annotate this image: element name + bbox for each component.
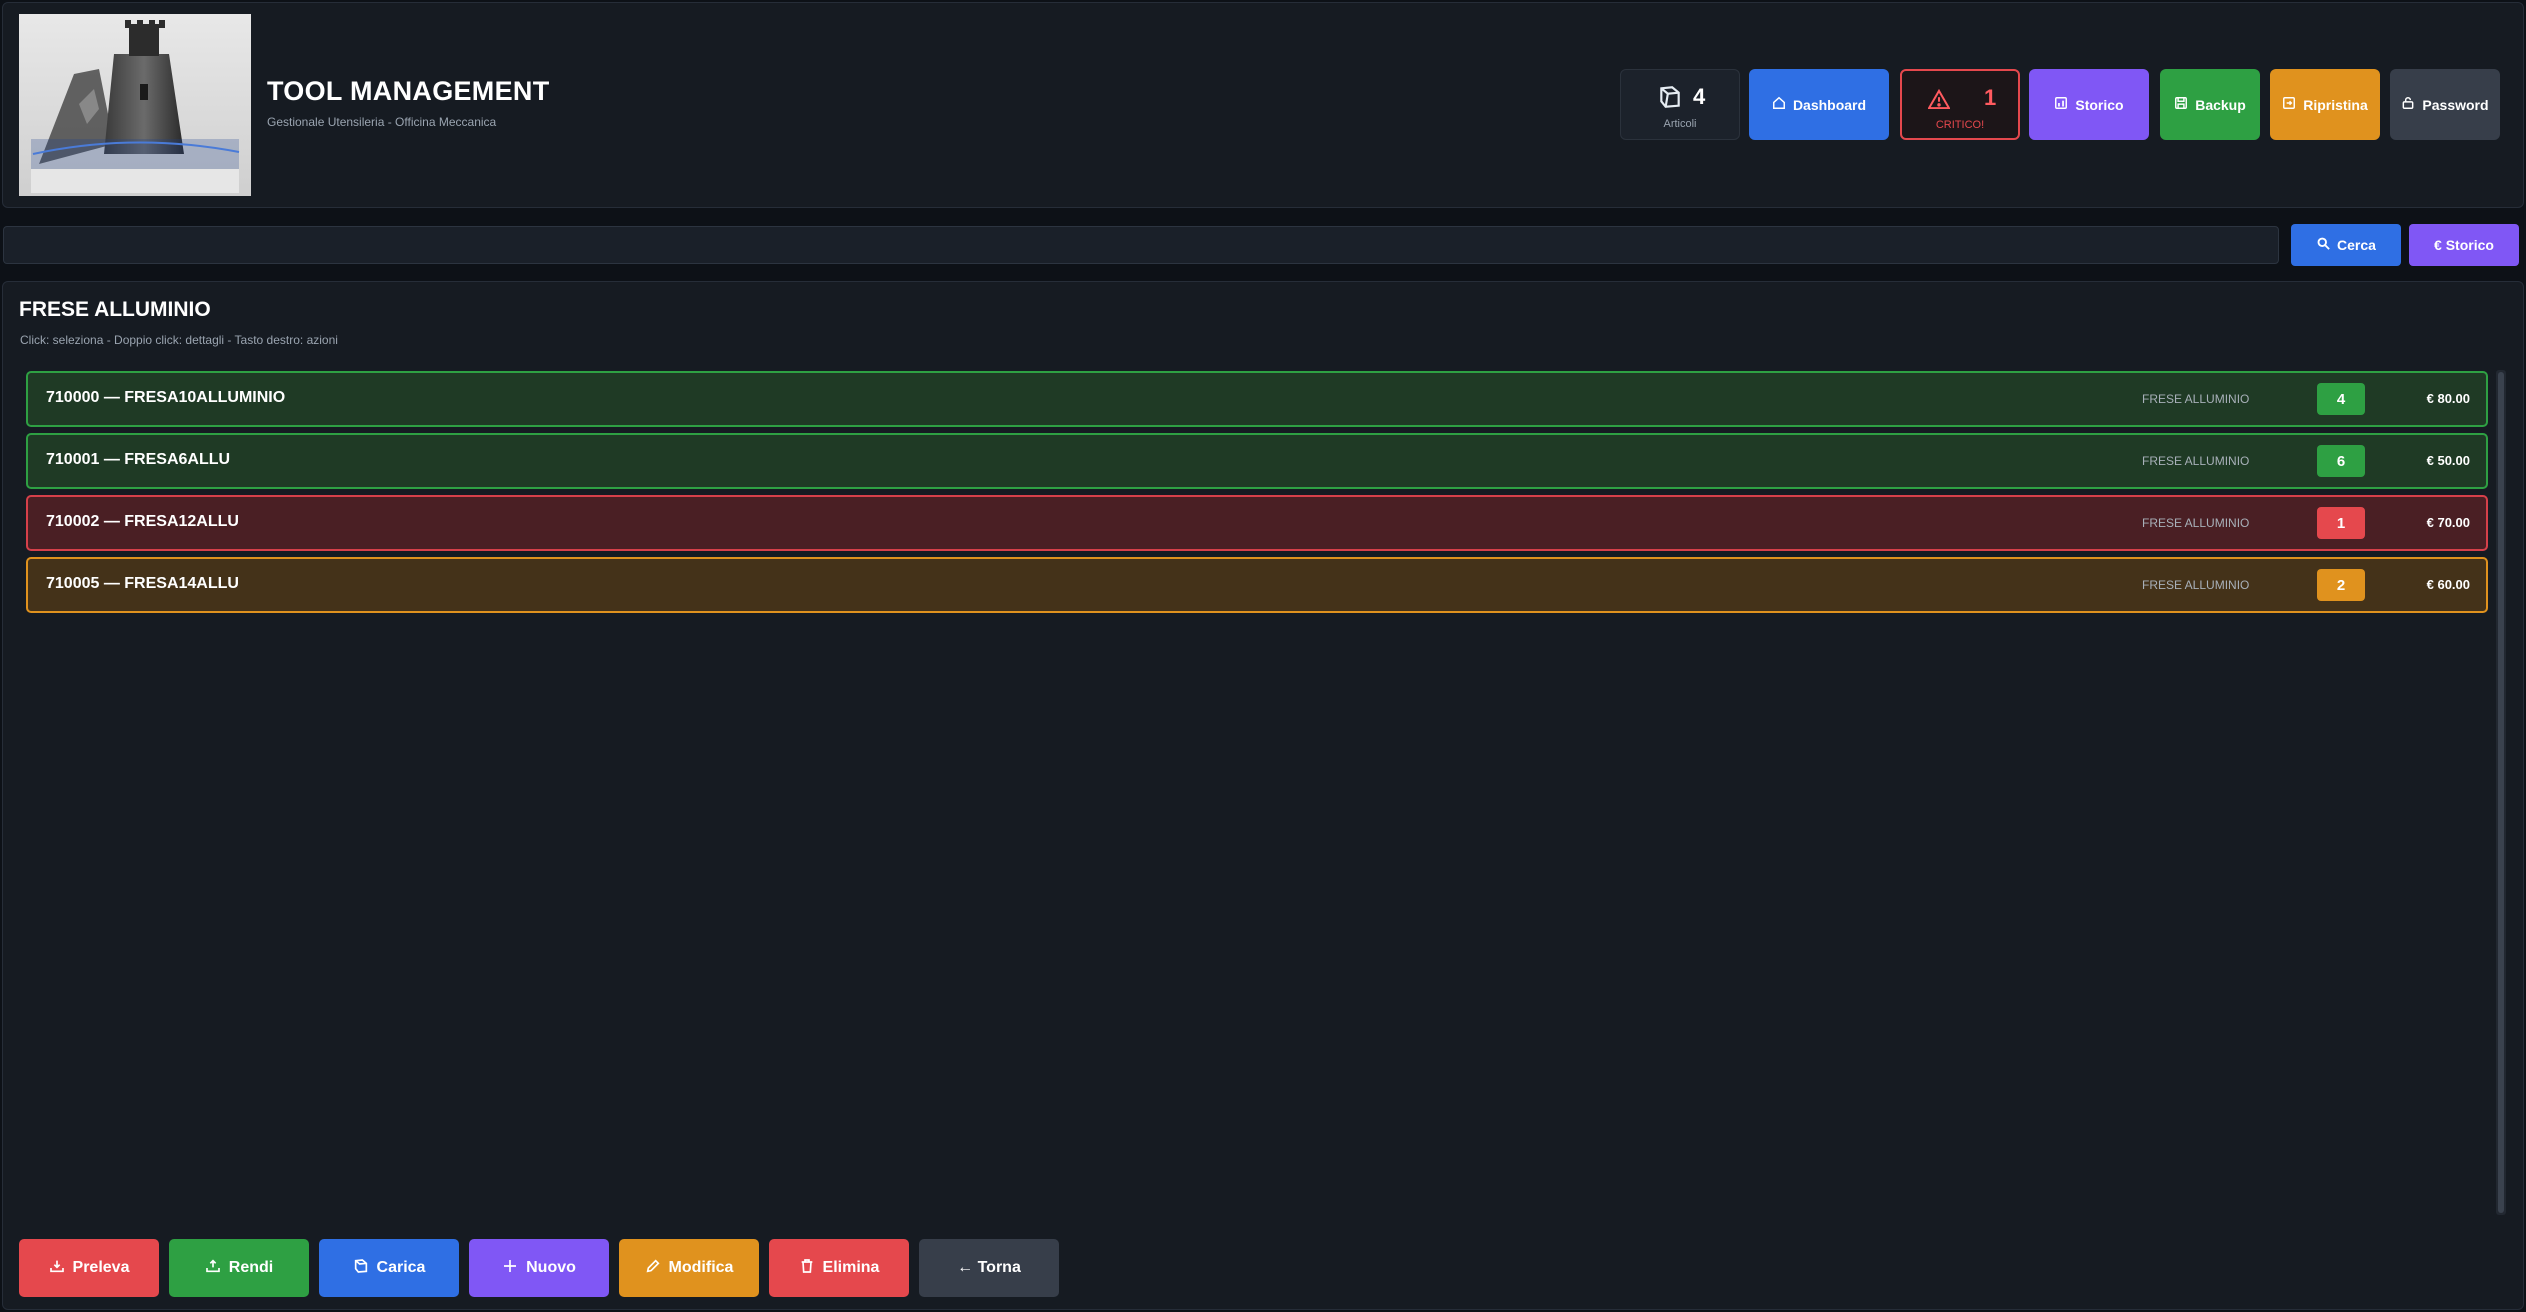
item-category: FRESE ALLUMINIO <box>2142 454 2250 468</box>
price-history-button-label: € Storico <box>2434 237 2494 253</box>
trash-icon <box>799 1258 815 1279</box>
item-code-name: 710000 — FRESA10ALLUMINIO <box>46 389 286 406</box>
quantity-badge: 6 <box>2317 445 2365 477</box>
nuovo-button-label: Nuovo <box>526 1259 576 1276</box>
search-button-label: Cerca <box>2337 237 2376 253</box>
table-row[interactable]: 710001 — FRESA6ALLU FRESE ALLUMINIO 6 € … <box>26 433 2488 489</box>
modifica-button-label: Modifica <box>668 1259 734 1276</box>
backup-button-label: Backup <box>2195 96 2246 113</box>
item-price: € 80.00 <box>2426 391 2470 406</box>
table-row[interactable]: 710002 — FRESA12ALLU FRESE ALLUMINIO 1 €… <box>26 495 2488 551</box>
item-category: FRESE ALLUMINIO <box>2142 578 2250 592</box>
critical-count-badge[interactable]: 1 CRITICO! <box>1900 69 2020 140</box>
carica-button[interactable]: Carica <box>319 1239 459 1297</box>
elimina-button[interactable]: Elimina <box>769 1239 909 1297</box>
password-button[interactable]: Password <box>2390 69 2500 140</box>
dashboard-button[interactable]: Dashboard <box>1749 69 1889 140</box>
item-price: € 70.00 <box>2426 515 2470 530</box>
take-icon <box>49 1258 65 1279</box>
backup-button[interactable]: Backup <box>2160 69 2260 140</box>
app-window: TOOL MANAGEMENT Gestionale Utensileria -… <box>0 0 2526 1312</box>
password-button-label: Password <box>2422 96 2489 113</box>
ripristina-button[interactable]: Ripristina <box>2270 69 2380 140</box>
app-title: TOOL MANAGEMENT <box>267 76 550 106</box>
restore-icon <box>2282 96 2296 113</box>
chart-icon <box>2054 96 2068 113</box>
storico-button[interactable]: Storico <box>2029 69 2149 140</box>
box-icon <box>353 1258 369 1279</box>
search-icon <box>2316 236 2331 254</box>
warning-icon <box>1927 88 1951 114</box>
ripristina-button-label: Ripristina <box>2303 96 2368 113</box>
item-count-badge: 4 Articoli <box>1620 69 1740 140</box>
back-button-label: ← Torna <box>957 1259 1021 1276</box>
preleva-button-label: Preleva <box>72 1259 130 1276</box>
usage-hint: Click: seleziona - Doppio click: dettagl… <box>20 333 338 347</box>
item-category: FRESE ALLUMINIO <box>2142 516 2250 530</box>
lock-icon <box>2401 96 2415 113</box>
item-price: € 50.00 <box>2426 453 2470 468</box>
category-title: FRESE ALLUMINIO <box>19 298 211 321</box>
item-count-label: Articoli <box>1663 118 1697 130</box>
back-button[interactable]: ← Torna <box>919 1239 1059 1297</box>
price-history-button[interactable]: € Storico <box>2409 224 2519 266</box>
pencil-icon <box>645 1258 661 1279</box>
plus-icon <box>502 1258 518 1279</box>
company-logo <box>19 14 251 196</box>
rendi-button[interactable]: Rendi <box>169 1239 309 1297</box>
critical-label: CRITICO! <box>1935 119 1985 131</box>
modifica-button[interactable]: Modifica <box>619 1239 759 1297</box>
storico-button-label: Storico <box>2075 96 2124 113</box>
nuovo-button[interactable]: Nuovo <box>469 1239 609 1297</box>
app-subtitle: Gestionale Utensileria - Officina Meccan… <box>267 115 497 129</box>
preleva-button[interactable]: Preleva <box>19 1239 159 1297</box>
save-icon <box>2174 96 2188 113</box>
list-scrollbar[interactable] <box>2496 370 2506 1215</box>
rendi-button-label: Rendi <box>228 1259 274 1276</box>
item-price: € 60.00 <box>2426 577 2470 592</box>
quantity-badge: 1 <box>2317 507 2365 539</box>
elimina-button-label: Elimina <box>822 1259 880 1276</box>
quantity-badge: 2 <box>2317 569 2365 601</box>
item-code-name: 710005 — FRESA14ALLU <box>46 575 239 592</box>
scrollbar-thumb[interactable] <box>2498 372 2504 1213</box>
box-icon <box>1657 84 1683 115</box>
table-row[interactable]: 710005 — FRESA14ALLU FRESE ALLUMINIO 2 €… <box>26 557 2488 613</box>
search-input[interactable] <box>3 226 2279 264</box>
home-icon <box>1772 96 1786 113</box>
table-row[interactable]: 710000 — FRESA10ALLUMINIO FRESE ALLUMINI… <box>26 371 2488 427</box>
item-code-name: 710001 — FRESA6ALLU <box>46 451 231 468</box>
return-icon <box>205 1258 221 1279</box>
search-button[interactable]: Cerca <box>2291 224 2401 266</box>
item-count: 4 <box>1693 84 1706 109</box>
item-category: FRESE ALLUMINIO <box>2142 392 2250 406</box>
carica-button-label: Carica <box>376 1259 426 1276</box>
critical-count: 1 <box>1984 85 1997 110</box>
dashboard-button-label: Dashboard <box>1792 96 1867 113</box>
quantity-badge: 4 <box>2317 383 2365 415</box>
item-code-name: 710002 — FRESA12ALLU <box>46 513 239 530</box>
